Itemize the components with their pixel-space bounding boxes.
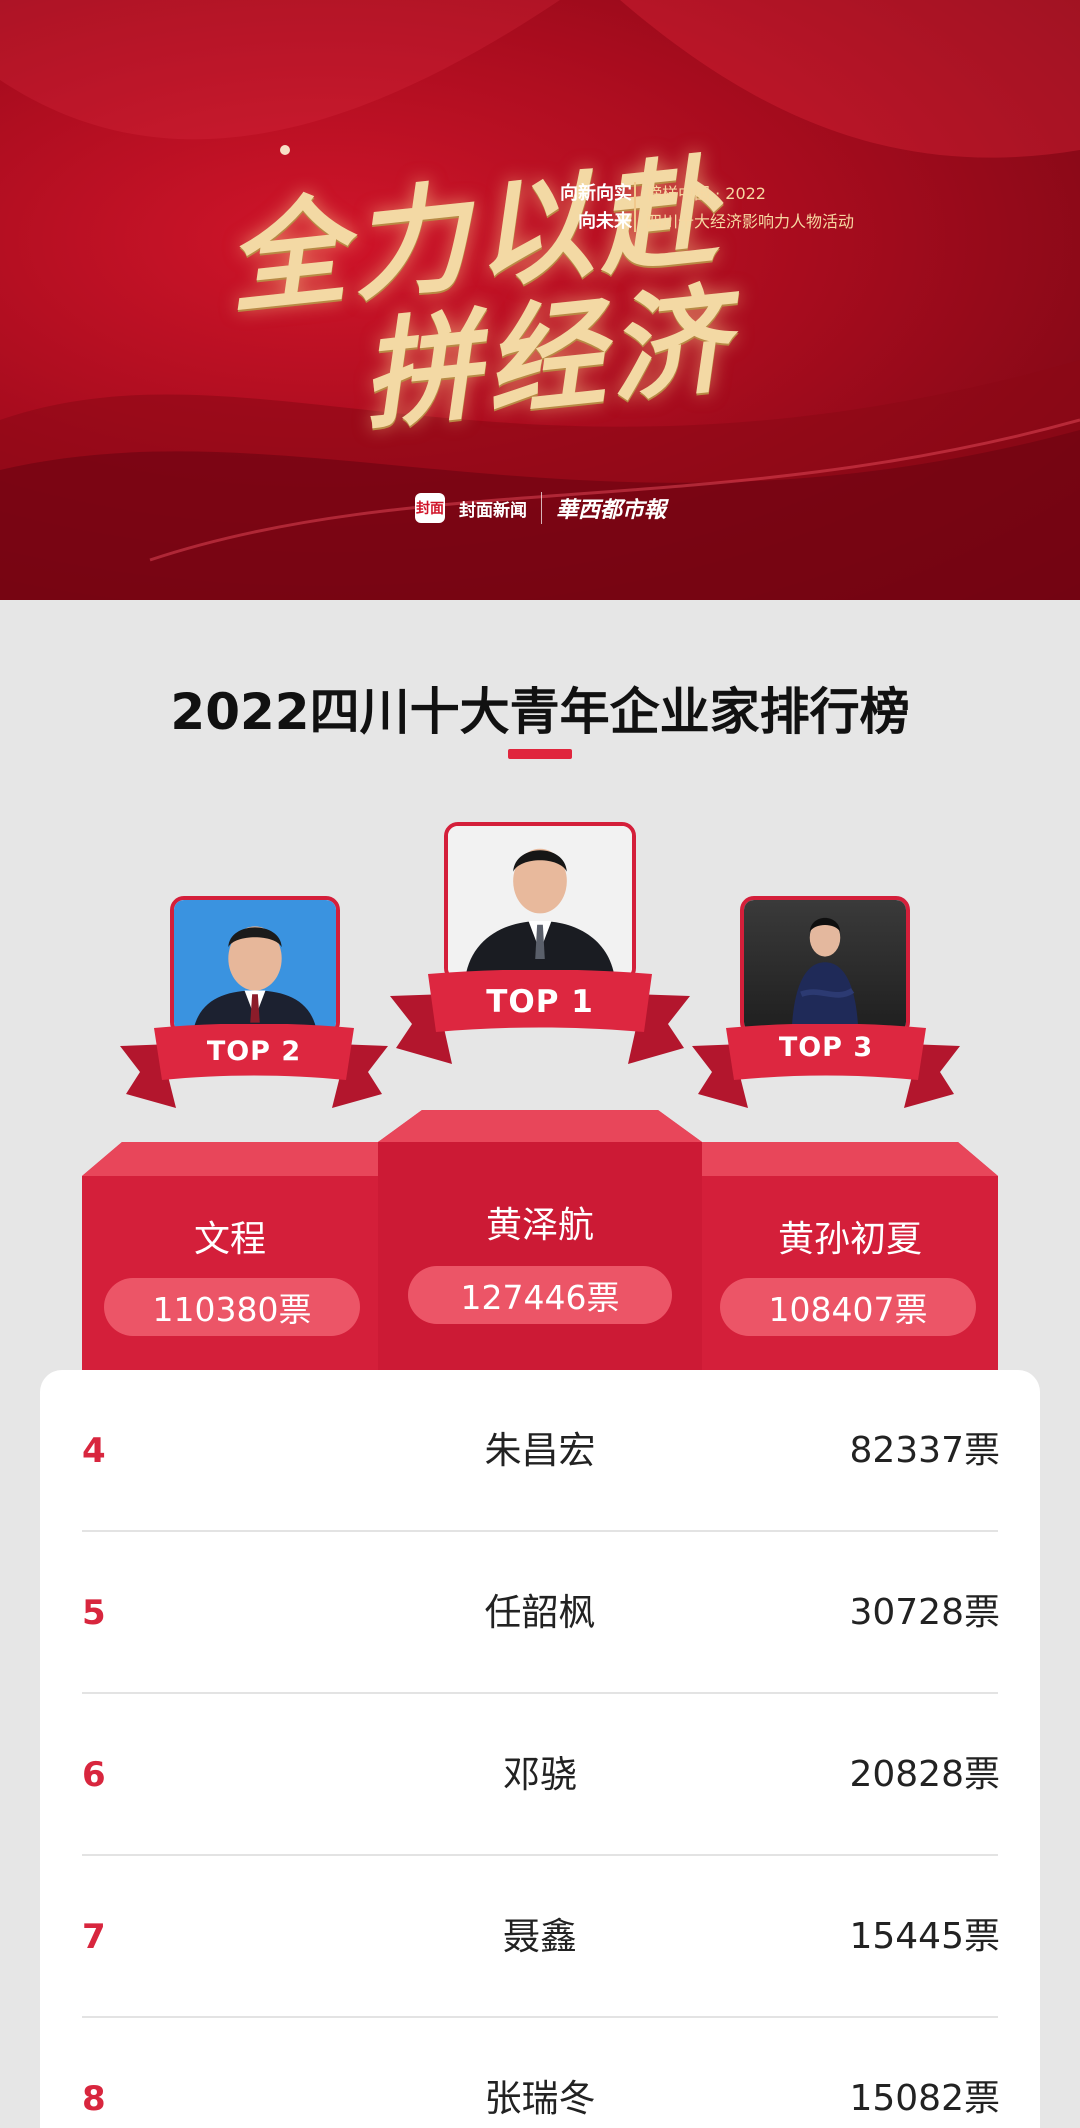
vote-count: 15445票 bbox=[849, 1916, 1000, 1957]
avatar-photo bbox=[174, 900, 336, 1032]
podium-name: 文程 bbox=[193, 1219, 266, 1260]
podium-block-top-3[interactable]: 黄孙初夏 108407票 bbox=[702, 1142, 998, 1370]
vote-count: 20828票 bbox=[849, 1754, 1000, 1795]
slogan-divider bbox=[634, 182, 636, 232]
ribbon-label: TOP 1 bbox=[486, 984, 594, 1020]
podium-name: 黄泽航 bbox=[485, 1205, 594, 1246]
slogan-line-2: 向未来 bbox=[578, 211, 632, 232]
portrait-top-1[interactable] bbox=[444, 822, 636, 982]
list-item[interactable]: 6 邓骁 20828票 bbox=[40, 1694, 1040, 1856]
west-china-metropolis-logo: 華西都市報 bbox=[556, 497, 667, 523]
vote-count: 30728票 bbox=[849, 1592, 1000, 1633]
rank-ribbon-top-1: TOP 1 bbox=[390, 970, 690, 1064]
rank-ribbon-top-2: TOP 2 bbox=[120, 1024, 388, 1108]
cover-news-logo-icon: 封面 bbox=[415, 493, 445, 523]
vote-count: 15082票 bbox=[849, 2078, 1000, 2119]
page-title: 2022四川十大青年企业家排行榜 bbox=[170, 683, 910, 741]
campaign-line-2: 四川十大经济影响力人物活动 bbox=[646, 212, 855, 231]
avatar-photo bbox=[448, 826, 632, 978]
podium-vote-count: 127446票 bbox=[408, 1266, 672, 1324]
rank-ribbon-top-3: TOP 3 bbox=[692, 1024, 960, 1108]
list-item[interactable]: 4 朱昌宏 82337票 bbox=[40, 1370, 1040, 1532]
list-item[interactable]: 7 聂鑫 15445票 bbox=[40, 1856, 1040, 2018]
portrait-top-2[interactable] bbox=[170, 896, 340, 1036]
podium-vote-count: 110380票 bbox=[104, 1278, 360, 1336]
slogan-line-1: 向新向实 bbox=[560, 183, 632, 204]
podium-block-top-2[interactable]: 文程 110380票 bbox=[82, 1142, 378, 1370]
ribbon-label: TOP 3 bbox=[778, 1032, 874, 1063]
ranking-list: 4 朱昌宏 82337票 5 任韶枫 30728票 6 邓骁 20828票 7 … bbox=[40, 1370, 1040, 2128]
podium-name: 黄孙初夏 bbox=[777, 1219, 922, 1260]
logo-divider bbox=[541, 492, 542, 524]
list-item[interactable]: 5 任韶枫 30728票 bbox=[40, 1532, 1040, 1694]
person-silhouette-icon bbox=[193, 926, 317, 1032]
cover-news-logo-text: 封面新闻 bbox=[459, 500, 527, 521]
slogan: 向新向实 向未来 bbox=[560, 180, 632, 236]
ribbon-label: TOP 2 bbox=[206, 1036, 302, 1067]
title-underline bbox=[508, 749, 572, 759]
hero-banner: 全力以赴 拼经济 向新向实 向未来 榜样中国 · 2022 四川十大经济影响力人… bbox=[0, 0, 1080, 600]
podium-vote-count: 108407票 bbox=[720, 1278, 976, 1336]
vote-count: 82337票 bbox=[849, 1430, 1000, 1471]
person-silhouette-icon bbox=[465, 848, 615, 978]
list-item[interactable]: 8 张瑞冬 15082票 bbox=[40, 2018, 1040, 2128]
person-silhouette-icon bbox=[791, 917, 859, 1032]
publisher-logos: 封面 封面新闻 華西都市報 bbox=[415, 492, 666, 524]
avatar-photo bbox=[744, 900, 906, 1032]
campaign-line-1: 榜样中国 · 2022 bbox=[646, 184, 766, 203]
campaign-title: 榜样中国 · 2022 四川十大经济影响力人物活动 bbox=[646, 180, 854, 236]
portrait-top-3[interactable] bbox=[740, 896, 910, 1036]
podium-block-top-1[interactable]: 黄泽航 127446票 bbox=[378, 1110, 702, 1370]
